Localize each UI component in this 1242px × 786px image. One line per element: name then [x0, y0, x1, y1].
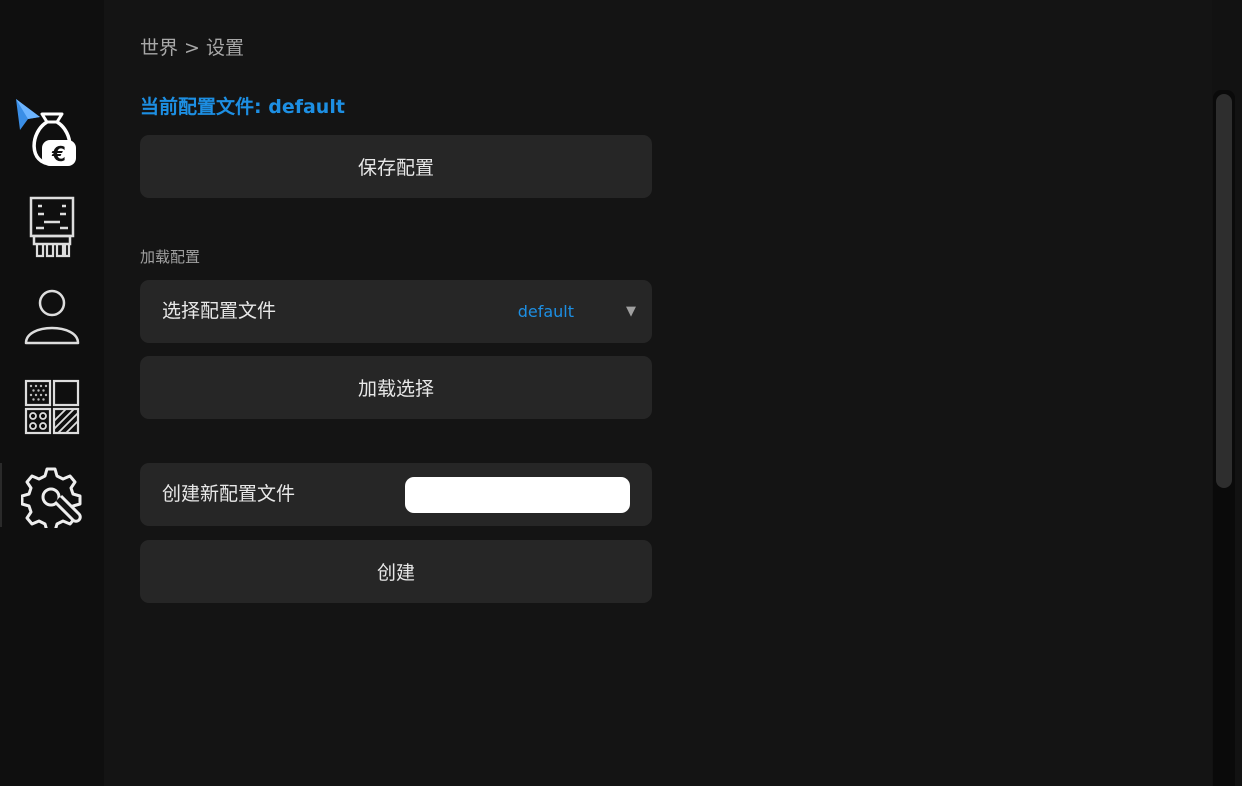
load-config-section-label: 加载配置 [140, 248, 201, 266]
user-icon [23, 285, 81, 345]
svg-text:€: € [51, 142, 66, 166]
materials-grid-icon [24, 378, 80, 436]
robot-icon [28, 194, 76, 260]
new-profile-name-input[interactable] [405, 477, 630, 513]
sidebar-item-robot[interactable] [0, 192, 104, 262]
sidebar: € [0, 0, 104, 786]
create-profile-row: 创建新配置文件 [140, 463, 652, 526]
pointer-arrow-icon [14, 97, 42, 135]
breadcrumb: 世界 > 设置 [140, 37, 244, 59]
create-button[interactable]: 创建 [140, 540, 652, 603]
profile-select-value[interactable]: default [518, 280, 574, 343]
current-profile-label: 当前配置文件: default [140, 96, 345, 118]
save-config-button[interactable]: 保存配置 [140, 135, 652, 198]
profile-select-label: 选择配置文件 [162, 300, 277, 322]
sidebar-item-settings[interactable] [0, 462, 104, 532]
profile-select-row[interactable]: 选择配置文件 default ▼ [140, 280, 652, 343]
scrollbar-thumb[interactable] [1216, 94, 1232, 488]
settings-gear-wrench-icon [21, 466, 83, 528]
create-profile-label: 创建新配置文件 [162, 483, 296, 505]
dropdown-caret-icon[interactable]: ▼ [626, 280, 636, 343]
load-selection-button[interactable]: 加载选择 [140, 356, 652, 419]
sidebar-item-user[interactable] [0, 280, 104, 350]
sidebar-item-materials[interactable] [0, 372, 104, 442]
